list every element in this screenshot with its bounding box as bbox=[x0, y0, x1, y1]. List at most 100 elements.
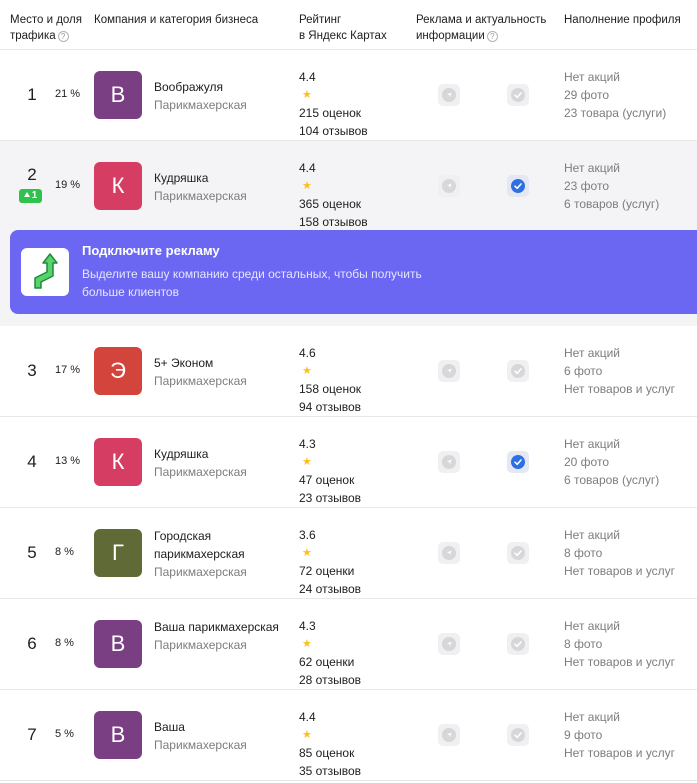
reviews-count: 28 отзывов bbox=[299, 673, 362, 687]
company-info[interactable]: Воображуля Парикмахерская bbox=[154, 78, 289, 114]
checkmark-icon bbox=[511, 455, 525, 469]
company-category: Парикмахерская bbox=[154, 565, 247, 579]
company-avatar[interactable]: Э bbox=[94, 347, 142, 395]
promo-status: Нет акций bbox=[564, 161, 620, 175]
reviews-count: 35 отзывов bbox=[299, 764, 362, 778]
profile-block: Нет акций 20 фото 6 товаров (услуг) bbox=[564, 435, 659, 489]
company-name[interactable]: Ваша bbox=[154, 718, 289, 736]
company-info[interactable]: Городская парикмахерская Парикмахерская bbox=[154, 527, 289, 581]
company-name[interactable]: Ваша парикмахерская bbox=[154, 618, 289, 636]
company-name[interactable]: Городская парикмахерская bbox=[154, 527, 289, 563]
place-number: 1 bbox=[27, 85, 37, 104]
reviews-count: 158 отзывов bbox=[299, 215, 368, 229]
company-name[interactable]: 5+ Эконом bbox=[154, 354, 289, 372]
ads-status-icon[interactable] bbox=[438, 542, 460, 564]
photo-count: 8 фото bbox=[564, 637, 603, 651]
promo-status: Нет акций bbox=[564, 346, 620, 360]
promo-status: Нет акций bbox=[564, 437, 620, 451]
ads-off-icon bbox=[442, 179, 456, 193]
header-rating-line2: в Яндекс Картах bbox=[299, 30, 387, 42]
rating-value-line: 3.6 ★ bbox=[299, 526, 361, 562]
company-category: Парикмахерская bbox=[154, 738, 247, 752]
promo-status: Нет акций bbox=[564, 619, 620, 633]
table-row[interactable]: 2 1 19 % К Кудряшка Парикмахерская 4.4 ★ … bbox=[0, 141, 697, 232]
rating-value-line: 4.6 ★ bbox=[299, 344, 361, 380]
info-verified-icon[interactable] bbox=[507, 84, 529, 106]
company-name[interactable]: Кудряшка bbox=[154, 169, 289, 187]
company-info[interactable]: Ваша Парикмахерская bbox=[154, 718, 289, 754]
rating-value-line: 4.3 ★ bbox=[299, 435, 361, 471]
header-rating: Рейтинг в Яндекс Картах bbox=[299, 12, 409, 44]
company-name[interactable]: Кудряшка bbox=[154, 445, 289, 463]
table-row[interactable]: 5 8 % Г Городская парикмахерская Парикма… bbox=[0, 508, 697, 599]
star-icon: ★ bbox=[302, 456, 312, 468]
traffic-share: 13 % bbox=[55, 455, 81, 467]
promo-status: Нет акций bbox=[564, 528, 620, 542]
reviews-count: 23 отзывов bbox=[299, 491, 362, 505]
info-verified-icon[interactable] bbox=[507, 451, 529, 473]
photo-count: 20 фото bbox=[564, 455, 609, 469]
ratings-count: 47 оценок bbox=[299, 473, 355, 487]
company-category: Парикмахерская bbox=[154, 374, 247, 388]
ads-status-icon[interactable] bbox=[438, 360, 460, 382]
ads-off-icon bbox=[442, 88, 456, 102]
table-row[interactable]: 7 5 % В Ваша Парикмахерская 4.4 ★ 85 оцен… bbox=[0, 690, 697, 781]
ads-status-icon[interactable] bbox=[438, 451, 460, 473]
info-verified-icon[interactable] bbox=[507, 542, 529, 564]
star-icon: ★ bbox=[302, 547, 312, 559]
table-row[interactable]: 1 21 % В Воображуля Парикмахерская 4.4 ★ … bbox=[0, 50, 697, 141]
company-info[interactable]: Ваша парикмахерская Парикмахерская bbox=[154, 618, 289, 654]
info-verified-icon[interactable] bbox=[507, 175, 529, 197]
company-avatar[interactable]: В bbox=[94, 71, 142, 119]
traffic-share: 8 % bbox=[55, 637, 74, 649]
table-row[interactable]: 4 13 % К Кудряшка Парикмахерская 4.3 ★ 47… bbox=[0, 417, 697, 508]
table-row[interactable]: 6 8 % В Ваша парикмахерская Парикмахерск… bbox=[0, 599, 697, 690]
company-avatar[interactable]: В bbox=[94, 620, 142, 668]
help-icon[interactable]: ? bbox=[57, 31, 69, 42]
header-profile: Наполнение профиля bbox=[564, 14, 681, 26]
header-place: Место и доля трафика? bbox=[10, 12, 90, 44]
company-avatar[interactable]: В bbox=[94, 711, 142, 759]
company-info[interactable]: Кудряшка Парикмахерская bbox=[154, 169, 289, 205]
ads-status-icon[interactable] bbox=[438, 633, 460, 655]
rating-value: 4.3 bbox=[299, 437, 316, 451]
rating-block: 4.6 ★ 158 оценок 94 отзывов bbox=[299, 344, 361, 416]
company-category: Парикмахерская bbox=[154, 638, 247, 652]
photo-count: 6 фото bbox=[564, 364, 603, 378]
traffic-share: 19 % bbox=[55, 179, 81, 191]
profile-block: Нет акций 8 фото Нет товаров и услуг bbox=[564, 526, 675, 580]
ads-off-icon bbox=[442, 728, 456, 742]
goods-count: Нет товаров и услуг bbox=[564, 382, 676, 396]
info-verified-icon[interactable] bbox=[507, 360, 529, 382]
ads-off-icon bbox=[442, 546, 456, 560]
help-icon[interactable]: ? bbox=[486, 31, 498, 42]
rating-value-line: 4.3 ★ bbox=[299, 617, 361, 653]
ads-status-icon[interactable] bbox=[438, 84, 460, 106]
company-info[interactable]: 5+ Эконом Парикмахерская bbox=[154, 354, 289, 390]
rating-block: 3.6 ★ 72 оценки 24 отзывов bbox=[299, 526, 361, 598]
position-change-badge: 1 bbox=[19, 189, 42, 203]
place-number: 7 bbox=[27, 725, 37, 744]
promo-banner[interactable]: Подключите рекламу Выделите вашу компани… bbox=[10, 230, 697, 314]
rating-value: 4.4 bbox=[299, 161, 316, 175]
ads-status-icon[interactable] bbox=[438, 724, 460, 746]
ads-status-icon[interactable] bbox=[438, 175, 460, 197]
rating-value: 4.4 bbox=[299, 70, 316, 84]
profile-block: Нет акций 6 фото Нет товаров и услуг bbox=[564, 344, 675, 398]
company-avatar[interactable]: К bbox=[94, 162, 142, 210]
profile-block: Нет акций 9 фото Нет товаров и услуг bbox=[564, 708, 675, 762]
company-avatar[interactable]: Г bbox=[94, 529, 142, 577]
company-category: Парикмахерская bbox=[154, 98, 247, 112]
info-verified-icon[interactable] bbox=[507, 633, 529, 655]
info-verified-icon[interactable] bbox=[507, 724, 529, 746]
rating-value: 4.4 bbox=[299, 710, 316, 724]
promo-title: Подключите рекламу bbox=[82, 243, 220, 258]
goods-count: 23 товара (услуги) bbox=[564, 106, 667, 120]
rating-block: 4.3 ★ 47 оценок 23 отзывов bbox=[299, 435, 361, 507]
table-row[interactable]: 3 17 % Э 5+ Эконом Парикмахерская 4.6 ★ 1… bbox=[0, 326, 697, 417]
star-icon: ★ bbox=[302, 638, 312, 650]
rating-value: 4.6 bbox=[299, 346, 316, 360]
company-avatar[interactable]: К bbox=[94, 438, 142, 486]
company-info[interactable]: Кудряшка Парикмахерская bbox=[154, 445, 289, 481]
company-name[interactable]: Воображуля bbox=[154, 78, 289, 96]
